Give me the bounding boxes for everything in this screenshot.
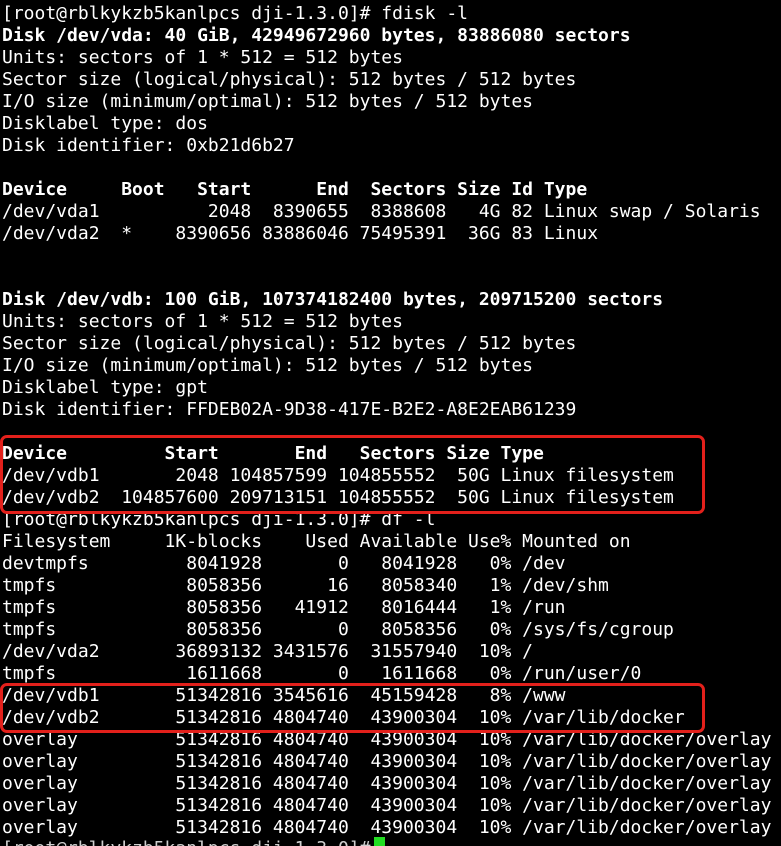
terminal-line: tmpfs 1611668 0 1611668 0% /run/user/0 [2,663,781,685]
terminal-line: devtmpfs 8041928 0 8041928 0% /dev [2,553,781,575]
terminal-line: /dev/vdb2 51342816 4804740 43900304 10% … [2,707,781,729]
terminal-line: tmpfs 8058356 16 8058340 1% /dev/shm [2,575,781,597]
terminal-window[interactable]: [root@rblkykzb5kanlpcs dji-1.3.0]# fdisk… [0,0,781,846]
terminal-line: /dev/vdb1 2048 104857599 104855552 50G L… [2,465,781,487]
terminal-line-text: devtmpfs 8041928 0 8041928 0% /dev [2,553,566,574]
terminal-line: Device Boot Start End Sectors Size Id Ty… [2,179,781,201]
terminal-line: Sector size (logical/physical): 512 byte… [2,69,781,91]
terminal-line-text: Disklabel type: dos [2,113,208,134]
terminal-line-text: Disk identifier: 0xb21d6b27 [2,135,295,156]
terminal-line: Disk identifier: 0xb21d6b27 [2,135,781,157]
terminal-line: Filesystem 1K-blocks Used Available Use%… [2,531,781,553]
terminal-line: Disk /dev/vda: 40 GiB, 42949672960 bytes… [2,25,781,47]
terminal-line: Disk /dev/vdb: 100 GiB, 107374182400 byt… [2,289,781,311]
terminal-line-text: tmpfs 8058356 0 8058356 0% /sys/fs/cgrou… [2,619,674,640]
terminal-line-text: I/O size (minimum/optimal): 512 bytes / … [2,91,534,112]
terminal-line: /dev/vda2 * 8390656 83886046 75495391 36… [2,223,781,245]
terminal-line: overlay 51342816 4804740 43900304 10% /v… [2,751,781,773]
terminal-line-text: overlay 51342816 4804740 43900304 10% /v… [2,773,772,794]
terminal-line: tmpfs 8058356 0 8058356 0% /sys/fs/cgrou… [2,619,781,641]
terminal-line-text: Units: sectors of 1 * 512 = 512 bytes [2,311,403,332]
terminal-line: overlay 51342816 4804740 43900304 10% /v… [2,729,781,751]
terminal-line: overlay 51342816 4804740 43900304 10% /v… [2,773,781,795]
terminal-line: Sector size (logical/physical): 512 byte… [2,333,781,355]
terminal-line-text: tmpfs 8058356 41912 8016444 1% /run [2,597,566,618]
terminal-line: I/O size (minimum/optimal): 512 bytes / … [2,355,781,377]
terminal-line-text: Sector size (logical/physical): 512 byte… [2,69,577,90]
terminal-line-text: tmpfs 1611668 0 1611668 0% /run/user/0 [2,663,642,684]
terminal-line-text: /dev/vda2 36893132 3431576 31557940 10% … [2,641,534,662]
terminal-line: /dev/vda1 2048 8390655 8388608 4G 82 Lin… [2,201,781,223]
terminal-line-text: [root@rblkykzb5kanlpcs dji-1.3.0]# df -l [2,509,436,530]
terminal-line: overlay 51342816 4804740 43900304 10% /v… [2,795,781,817]
terminal-line-text: Disk /dev/vda: 40 GiB, 42949672960 bytes… [2,25,631,46]
terminal-line: /dev/vdb1 51342816 3545616 45159428 8% /… [2,685,781,707]
terminal-line: Units: sectors of 1 * 512 = 512 bytes [2,311,781,333]
terminal-line-text: overlay 51342816 4804740 43900304 10% /v… [2,729,772,750]
terminal-line: I/O size (minimum/optimal): 512 bytes / … [2,91,781,113]
terminal-line: overlay 51342816 4804740 43900304 10% /v… [2,817,781,839]
terminal-line: Device Start End Sectors Size Type [2,443,781,465]
terminal-line-text: /dev/vdb1 2048 104857599 104855552 50G L… [2,465,674,486]
terminal-cursor [374,837,386,846]
terminal-line-text: tmpfs 8058356 16 8058340 1% /dev/shm [2,575,609,596]
terminal-line-text: [root@rblkykzb5kanlpcs dji-1.3.0]# [2,838,370,846]
terminal-line: Units: sectors of 1 * 512 = 512 bytes [2,47,781,69]
terminal-line-text: Disklabel type: gpt [2,377,208,398]
terminal-line-text: /dev/vdb2 51342816 4804740 43900304 10% … [2,707,685,728]
terminal-line: /dev/vdb2 104857600 209713151 104855552 … [2,487,781,509]
terminal-line-text: Units: sectors of 1 * 512 = 512 bytes [2,47,403,68]
terminal-line-text: Disk /dev/vdb: 100 GiB, 107374182400 byt… [2,289,664,310]
terminal-line-text: [root@rblkykzb5kanlpcs dji-1.3.0]# fdisk… [2,3,468,24]
terminal-output: [root@rblkykzb5kanlpcs dji-1.3.0]# fdisk… [2,3,781,846]
terminal-line-text: overlay 51342816 4804740 43900304 10% /v… [2,751,772,772]
terminal-line-text: /dev/vdb1 51342816 3545616 45159428 8% /… [2,685,566,706]
terminal-line: Disklabel type: dos [2,113,781,135]
terminal-line-text: /dev/vda2 * 8390656 83886046 75495391 36… [2,223,599,244]
terminal-line: Disk identifier: FFDEB02A-9D38-417E-B2E2… [2,399,781,421]
terminal-line: Disklabel type: gpt [2,377,781,399]
terminal-line: [root@rblkykzb5kanlpcs dji-1.3.0]# df -l [2,509,781,531]
terminal-line: tmpfs 8058356 41912 8016444 1% /run [2,597,781,619]
terminal-line-text: overlay 51342816 4804740 43900304 10% /v… [2,795,772,816]
terminal-line-text: Disk identifier: FFDEB02A-9D38-417E-B2E2… [2,399,577,420]
terminal-line-text: Sector size (logical/physical): 512 byte… [2,333,577,354]
terminal-line-text: Filesystem 1K-blocks Used Available Use%… [2,531,631,552]
terminal-line-text: I/O size (minimum/optimal): 512 bytes / … [2,355,534,376]
terminal-line-text: /dev/vda1 2048 8390655 8388608 4G 82 Lin… [2,201,761,222]
terminal-line-text: Device Start End Sectors Size Type [2,443,544,464]
terminal-line-text: /dev/vdb2 104857600 209713151 104855552 … [2,487,674,508]
terminal-line-text: overlay 51342816 4804740 43900304 10% /v… [2,817,772,838]
terminal-line: [root@rblkykzb5kanlpcs dji-1.3.0]# fdisk… [2,3,781,25]
terminal-line: /dev/vda2 36893132 3431576 31557940 10% … [2,641,781,663]
terminal-line-text: Device Boot Start End Sectors Size Id Ty… [2,179,588,200]
